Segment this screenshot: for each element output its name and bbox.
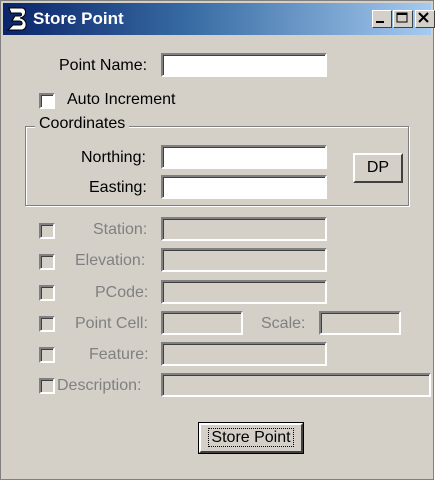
close-icon <box>418 12 429 23</box>
elevation-input[interactable] <box>161 248 327 272</box>
feature-label: Feature: <box>89 346 149 363</box>
window-title: Store Point <box>33 9 124 28</box>
easting-input[interactable] <box>161 175 327 199</box>
point-cell-checkbox[interactable] <box>39 316 55 332</box>
close-button[interactable] <box>415 10 435 28</box>
easting-label: Easting: <box>89 179 147 196</box>
store-point-button[interactable]: Store Point <box>198 422 304 454</box>
description-label: Description: <box>57 377 142 394</box>
station-input[interactable] <box>161 217 327 241</box>
description-input[interactable] <box>161 373 431 397</box>
coordinates-group-title: Coordinates <box>35 115 130 133</box>
pcode-label: PCode: <box>95 284 149 301</box>
minimize-icon <box>376 21 384 23</box>
pcode-input[interactable] <box>161 280 327 304</box>
title-bar[interactable]: Store Point <box>3 3 435 35</box>
feature-checkbox[interactable] <box>39 347 55 363</box>
dp-button[interactable]: DP <box>353 153 403 183</box>
northing-input[interactable] <box>161 145 327 169</box>
elevation-checkbox[interactable] <box>39 254 55 270</box>
point-cell-label: Point Cell: <box>75 315 148 332</box>
minimize-button[interactable] <box>372 10 392 28</box>
pcode-checkbox[interactable] <box>39 285 55 301</box>
northing-label: Northing: <box>81 149 146 166</box>
maximize-icon <box>396 12 408 23</box>
description-checkbox[interactable] <box>39 378 55 394</box>
maximize-button[interactable] <box>393 10 413 28</box>
auto-increment-checkbox[interactable] <box>39 93 55 109</box>
station-label: Station: <box>93 221 148 238</box>
store-point-dialog: Store Point Point Name: Auto Increment C… <box>0 0 435 480</box>
feature-input[interactable] <box>161 342 327 366</box>
station-checkbox[interactable] <box>39 223 55 239</box>
elevation-label: Elevation: <box>75 252 146 269</box>
point-cell-input[interactable] <box>161 311 243 335</box>
store-point-button-label: Store Point <box>208 428 294 447</box>
point-name-label: Point Name: <box>59 57 148 74</box>
point-name-input[interactable] <box>161 53 327 77</box>
scale-input[interactable] <box>319 311 401 335</box>
auto-increment-label: Auto Increment <box>67 91 176 108</box>
bentley-b-icon <box>6 7 27 31</box>
scale-label: Scale: <box>261 315 306 332</box>
